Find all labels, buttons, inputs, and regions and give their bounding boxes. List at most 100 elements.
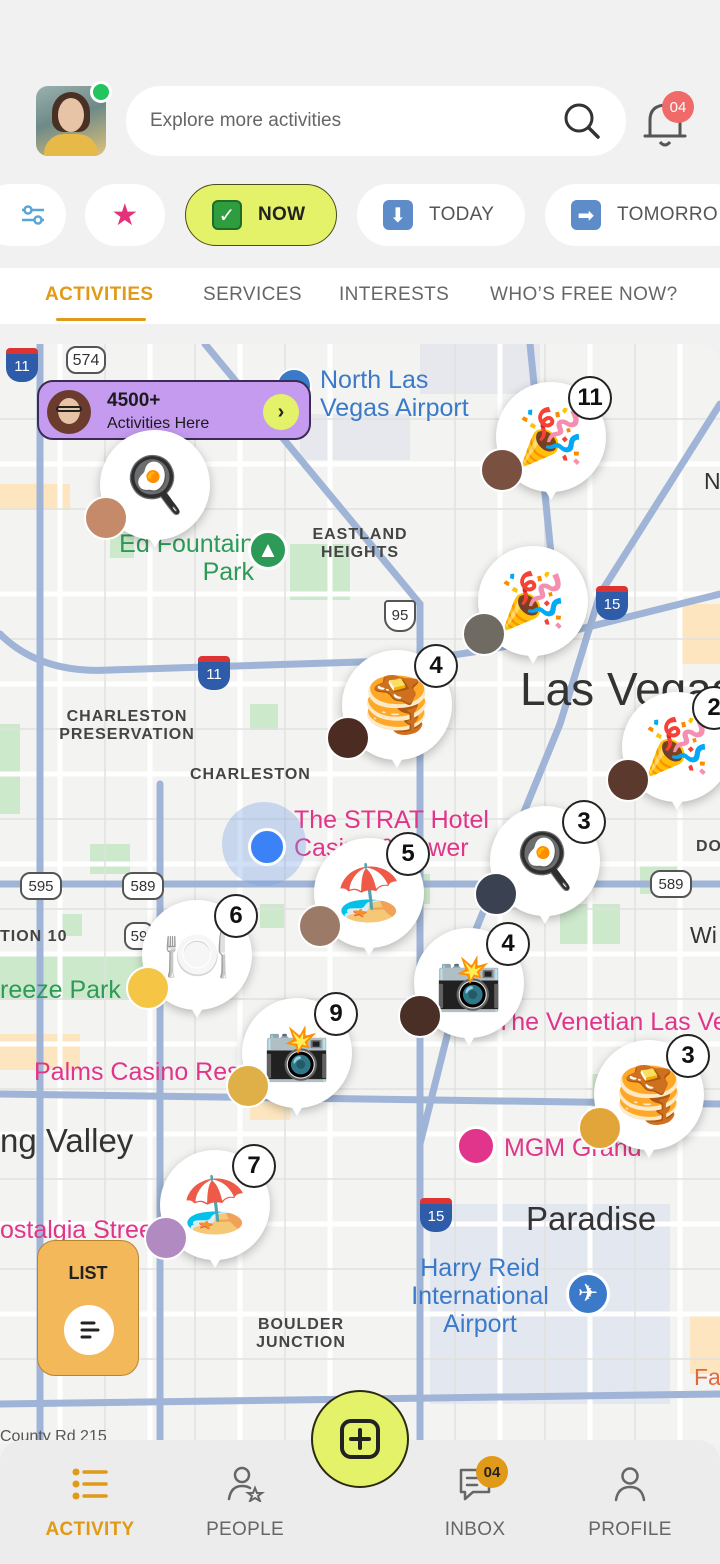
nav-people[interactable]: PEOPLE — [180, 1466, 310, 1541]
activity-pin[interactable]: 🍳 — [84, 430, 210, 548]
host-avatar — [398, 994, 442, 1038]
host-avatar — [84, 496, 128, 540]
activity-count-badge: 7 — [232, 1144, 276, 1188]
map-label-fa: Fa — [694, 1364, 720, 1390]
current-location-marker — [222, 802, 306, 886]
right-arrow-icon: ➡ — [571, 200, 601, 230]
activity-pin[interactable]: 📸 4 — [398, 922, 530, 1046]
highway-shield: 11 — [198, 656, 230, 690]
host-avatar — [606, 758, 650, 802]
tab-services[interactable]: SERVICES — [203, 284, 302, 306]
host-avatar — [326, 716, 370, 760]
filter-settings-chip[interactable] — [0, 184, 66, 246]
activity-count-badge: 4 — [486, 922, 530, 966]
banner-avatar — [47, 390, 91, 434]
host-avatar — [480, 448, 524, 492]
activity-count-badge: 11 — [568, 376, 612, 420]
activity-count-badge: 3 — [666, 1034, 710, 1078]
highway-shield: 574 — [66, 346, 106, 374]
map-label-wi: Wi — [690, 922, 717, 948]
activity-count-badge: 9 — [314, 992, 358, 1036]
map-label-boulder: BOULDER JUNCTION — [256, 1316, 346, 1351]
activity-pin[interactable]: 🍳 3 — [474, 800, 606, 924]
category-tabs: ACTIVITIES SERVICES INTERESTS WHO’S FREE… — [0, 268, 720, 324]
search-icon[interactable] — [562, 101, 602, 141]
down-arrow-icon: ⬇ — [383, 200, 413, 230]
map-label-eastland: EASTLAND HEIGHTS — [312, 526, 408, 561]
active-tab-indicator — [56, 318, 146, 321]
map-label-paradise: Paradise — [526, 1200, 657, 1237]
list-view-label: LIST — [68, 1263, 108, 1283]
chevron-right-icon[interactable]: › — [263, 394, 299, 430]
activity-count-badge: 6 — [214, 894, 258, 938]
highway-shield: 95 — [384, 600, 416, 632]
host-avatar — [226, 1064, 270, 1108]
highway-shield: 15 — [596, 586, 628, 620]
map-label-north-airport: North Las Vegas Airport — [320, 366, 469, 422]
tab-activities[interactable]: ACTIVITIES — [45, 284, 154, 306]
tomorrow-chip[interactable]: ➡ TOMORRO — [545, 184, 720, 246]
activity-pin[interactable]: 🏖️ 5 — [298, 832, 430, 956]
highway-shield: 15 — [420, 1198, 452, 1232]
profile-person-icon — [614, 1467, 646, 1502]
nav-people-label: PEOPLE — [206, 1519, 284, 1540]
check-icon: ✓ — [212, 200, 242, 230]
activity-count-badge: 4 — [414, 644, 458, 688]
map-label-spring-valley: ng Valley — [0, 1122, 134, 1159]
map-label-breeze-park: reeze Park — [0, 976, 121, 1004]
hotel-marker-icon — [456, 1126, 496, 1166]
activity-pin[interactable]: 🎉 — [462, 546, 588, 664]
activity-pin[interactable]: 🎉 2 — [606, 686, 720, 810]
list-view-button[interactable]: LIST — [37, 1240, 139, 1376]
banner-count: 4500+ — [107, 390, 161, 411]
harry-reid-marker-icon: ✈ — [566, 1272, 610, 1316]
map-label-do: DO — [696, 838, 720, 855]
nav-inbox[interactable]: INBOX — [410, 1466, 540, 1541]
tomorrow-chip-label: TOMORRO — [617, 204, 718, 225]
host-avatar — [474, 872, 518, 916]
search-input[interactable]: Explore more activities — [150, 110, 562, 132]
sliders-icon — [22, 205, 44, 225]
plus-square-icon — [340, 1419, 380, 1459]
search-bar[interactable]: Explore more activities — [126, 86, 626, 156]
nav-activity-label: ACTIVITY — [45, 1519, 135, 1540]
activity-count-badge: 3 — [562, 800, 606, 844]
activity-pin[interactable]: 🍽️ 6 — [126, 894, 258, 1018]
map-label-n: N — [704, 468, 720, 494]
activity-pin[interactable]: 📸 9 — [226, 992, 358, 1116]
inbox-count-badge: 04 — [476, 1456, 508, 1488]
tab-whos-free-now[interactable]: WHO’S FREE NOW? — [490, 284, 678, 306]
list-lines-icon — [64, 1305, 114, 1355]
create-activity-button[interactable] — [311, 1390, 409, 1488]
activity-pin[interactable]: 🥞 4 — [326, 644, 458, 768]
notification-badge: 04 — [662, 91, 694, 123]
host-avatar — [298, 904, 342, 948]
activity-list-icon — [72, 1468, 108, 1500]
nav-profile-label: PROFILE — [588, 1519, 672, 1540]
highway-shield: 595 — [20, 872, 62, 900]
activity-count-badge: 5 — [386, 832, 430, 876]
star-icon: ★ — [111, 198, 139, 232]
map-label-charleston-preservation: CHARLESTON PRESERVATION — [59, 708, 195, 743]
people-star-icon — [227, 1466, 265, 1504]
host-avatar — [462, 612, 506, 656]
park-marker-icon: ▲ — [248, 530, 288, 570]
online-status-dot — [90, 81, 112, 103]
now-chip[interactable]: ✓ NOW — [185, 184, 337, 246]
activity-pin[interactable]: 🎉 11 — [480, 376, 612, 500]
highway-shield: 589 — [650, 870, 692, 898]
today-chip[interactable]: ⬇ TODAY — [357, 184, 525, 246]
favorites-chip[interactable]: ★ — [85, 184, 165, 246]
activity-pin[interactable]: 🥞 3 — [578, 1034, 710, 1158]
nav-profile[interactable]: PROFILE — [565, 1466, 695, 1541]
host-avatar — [126, 966, 170, 1010]
nav-activity[interactable]: ACTIVITY — [25, 1466, 155, 1541]
time-filter-chips: ★ ✓ NOW ⬇ TODAY ➡ TOMORRO — [0, 184, 720, 246]
nav-inbox-label: INBOX — [444, 1519, 506, 1540]
now-chip-label: NOW — [258, 204, 306, 225]
activity-pin[interactable]: 🏖️ 7 — [144, 1144, 276, 1268]
tab-interests[interactable]: INTERESTS — [339, 284, 449, 306]
today-chip-label: TODAY — [429, 204, 495, 225]
map-label-charleston: CHARLESTON — [190, 766, 311, 783]
map-label-venetian: The Venetian Las Vegas — [496, 1008, 720, 1036]
